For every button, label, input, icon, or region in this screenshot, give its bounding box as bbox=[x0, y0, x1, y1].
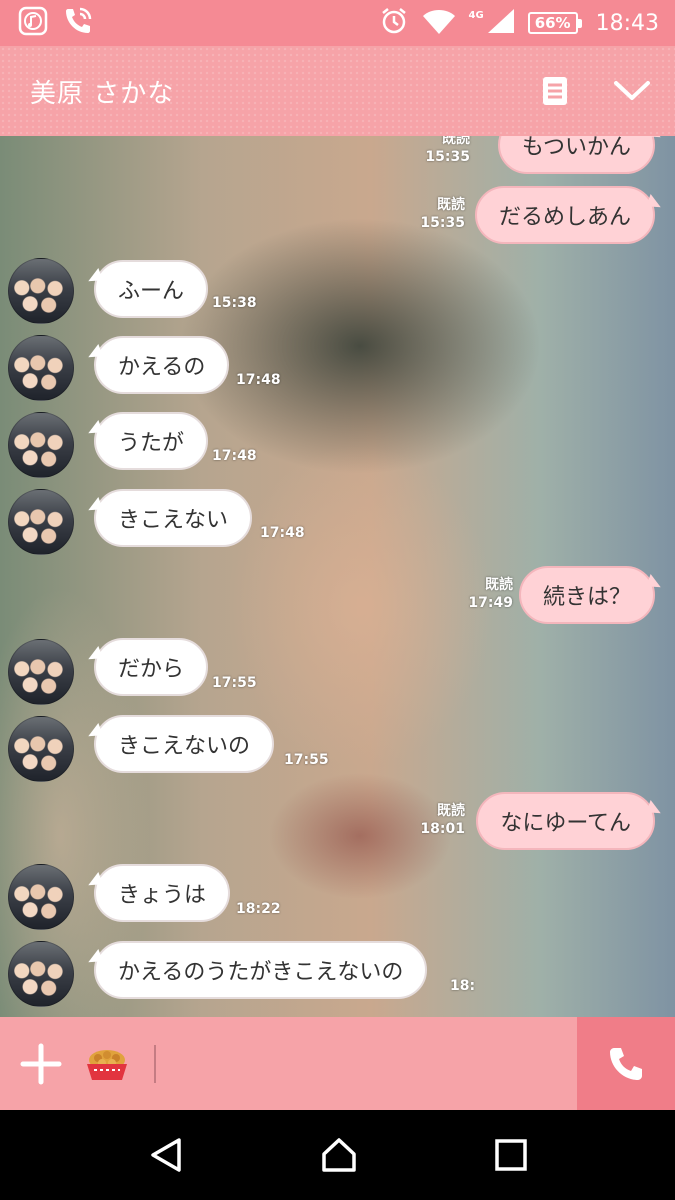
signal-icon bbox=[486, 7, 516, 39]
message-text: なにゆーてん bbox=[500, 811, 631, 836]
message-time: 17:49 bbox=[468, 595, 513, 611]
message-bubble-outgoing[interactable]: だるめしあん bbox=[474, 186, 655, 244]
message-text: きこえない bbox=[118, 508, 229, 533]
input-bar bbox=[0, 1017, 675, 1110]
status-bar: 4G 66% 18:43 bbox=[0, 0, 675, 46]
avatar[interactable] bbox=[8, 258, 74, 324]
message-bubble-outgoing[interactable]: 続きは？ bbox=[518, 566, 655, 624]
message-time: 18:22 bbox=[236, 901, 281, 917]
avatar[interactable] bbox=[8, 412, 74, 478]
read-receipt: 既読 bbox=[437, 197, 465, 213]
avatar[interactable] bbox=[8, 335, 74, 401]
sticker-food-icon[interactable] bbox=[84, 1044, 130, 1084]
avatar[interactable] bbox=[8, 716, 74, 782]
message-bubble-incoming[interactable]: きこえない bbox=[94, 489, 253, 547]
phone-icon[interactable] bbox=[577, 1017, 675, 1110]
message-time: 17:48 bbox=[236, 372, 281, 388]
recents-icon[interactable] bbox=[494, 1138, 528, 1172]
message-time: 17:55 bbox=[284, 752, 329, 768]
message-bubble-outgoing[interactable]: もついかん bbox=[497, 136, 655, 174]
message-meta: 既読 15:35 bbox=[390, 136, 470, 166]
message-text: だから bbox=[118, 657, 185, 682]
message-text: きこえないの bbox=[118, 734, 251, 759]
system-nav-bar bbox=[0, 1110, 675, 1200]
message-meta: 既読 17:49 bbox=[433, 576, 513, 612]
plus-icon[interactable] bbox=[20, 1043, 62, 1085]
message-text: うたが bbox=[118, 431, 185, 456]
notes-icon[interactable] bbox=[541, 75, 569, 107]
battery-icon: 66% bbox=[527, 12, 582, 34]
chat-area[interactable]: 既読 15:35 もついかん 既読 15:35 だるめしあん ふーん 15:38… bbox=[0, 136, 675, 1017]
message-bubble-incoming[interactable]: かえるの bbox=[94, 336, 230, 394]
message-text: もついかん bbox=[521, 136, 631, 160]
avatar[interactable] bbox=[8, 489, 74, 555]
message-text: だるめしあん bbox=[498, 205, 631, 230]
message-time: 18: bbox=[450, 978, 476, 994]
message-time: 15:35 bbox=[425, 149, 470, 165]
wifi-call-icon bbox=[62, 5, 94, 41]
message-text: ふーん bbox=[118, 279, 185, 304]
message-time: 17:48 bbox=[212, 448, 257, 464]
message-meta: 既読 18:01 bbox=[385, 802, 465, 838]
read-receipt: 既読 bbox=[442, 136, 470, 147]
message-text: かえるのうたがきこえないの bbox=[118, 960, 404, 985]
message-time: 17:48 bbox=[260, 525, 305, 541]
network-type-label: 4G bbox=[468, 9, 484, 21]
message-text: きょうは bbox=[118, 883, 207, 908]
read-receipt: 既読 bbox=[437, 803, 465, 819]
message-time: 18:01 bbox=[420, 821, 465, 837]
chat-header: 美原 さかな bbox=[0, 46, 675, 136]
message-text: かえるの bbox=[118, 355, 206, 380]
status-time: 18:43 bbox=[595, 10, 659, 36]
message-meta: 既読 15:35 bbox=[385, 196, 465, 232]
read-receipt: 既読 bbox=[485, 577, 513, 593]
chevron-down-icon[interactable] bbox=[613, 79, 651, 103]
message-bubble-incoming[interactable]: きょうは bbox=[94, 864, 231, 922]
message-bubble-incoming[interactable]: だから bbox=[94, 638, 209, 696]
message-bubble-outgoing[interactable]: なにゆーてん bbox=[476, 792, 655, 850]
home-icon[interactable] bbox=[319, 1136, 359, 1174]
message-text: 続きは？ bbox=[542, 585, 631, 610]
message-time: 17:55 bbox=[212, 675, 257, 691]
battery-level: 66% bbox=[534, 14, 571, 32]
message-bubble-incoming[interactable]: かえるのうたがきこえないの bbox=[94, 941, 428, 999]
back-icon[interactable] bbox=[148, 1136, 184, 1174]
message-time: 15:35 bbox=[420, 215, 465, 231]
wifi-icon bbox=[421, 6, 457, 40]
message-bubble-incoming[interactable]: うたが bbox=[94, 412, 209, 470]
avatar[interactable] bbox=[8, 941, 74, 1007]
avatar[interactable] bbox=[8, 864, 74, 930]
alarm-icon bbox=[379, 6, 409, 40]
message-time: 15:38 bbox=[212, 295, 257, 311]
message-bubble-incoming[interactable]: きこえないの bbox=[94, 715, 275, 773]
avatar[interactable] bbox=[8, 639, 74, 705]
contact-name: 美原 さかな bbox=[30, 78, 175, 109]
input-divider bbox=[154, 1044, 156, 1083]
message-bubble-incoming[interactable]: ふーん bbox=[94, 260, 209, 318]
music-app-icon bbox=[18, 6, 48, 40]
